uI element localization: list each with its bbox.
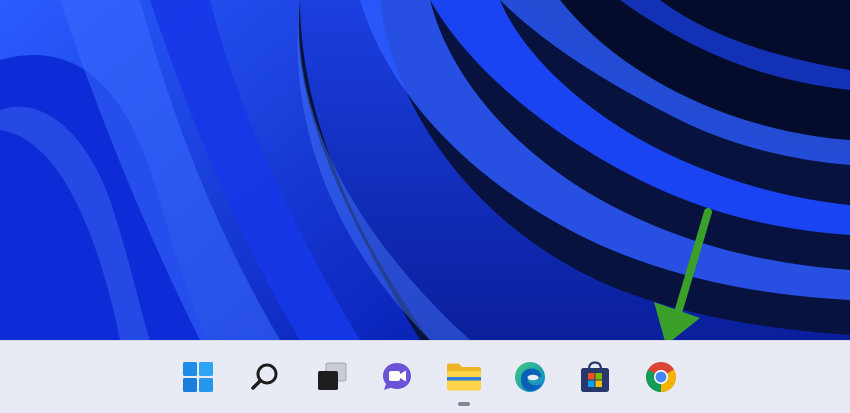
start-button[interactable] xyxy=(176,355,220,399)
file-explorer-icon xyxy=(445,360,483,394)
desktop xyxy=(0,0,850,413)
task-view-icon xyxy=(315,361,349,393)
edge-browser-button[interactable] xyxy=(508,355,552,399)
taskbar xyxy=(0,340,850,413)
taskbar-icons xyxy=(0,341,850,413)
file-explorer-button[interactable] xyxy=(442,355,486,406)
chrome-browser-button[interactable] xyxy=(639,355,683,399)
microsoft-store-button[interactable] xyxy=(573,355,617,399)
running-indicator xyxy=(458,402,470,406)
task-view-button[interactable] xyxy=(310,355,354,399)
chat-button[interactable] xyxy=(375,355,419,399)
edge-browser-icon xyxy=(513,360,547,394)
chrome-browser-icon xyxy=(644,360,678,394)
windows-start-icon xyxy=(182,361,214,393)
search-icon xyxy=(249,361,281,393)
search-button[interactable] xyxy=(243,355,287,399)
microsoft-store-icon xyxy=(578,360,612,394)
teams-chat-icon xyxy=(380,360,414,394)
desktop-wallpaper xyxy=(0,0,850,340)
